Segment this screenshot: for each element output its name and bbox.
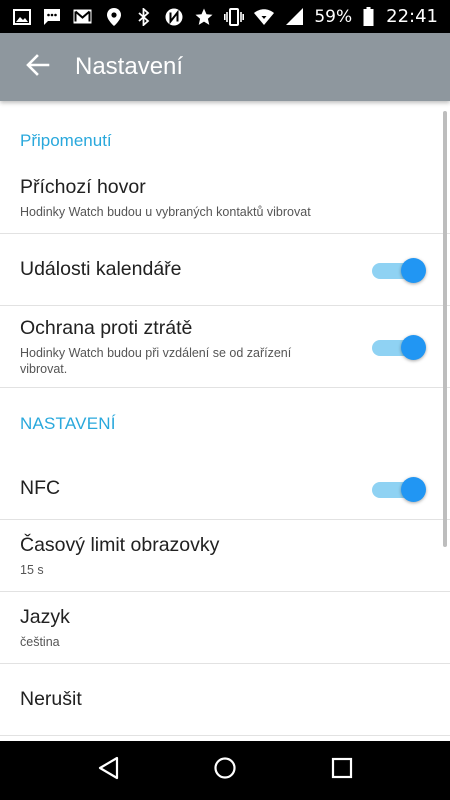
- setting-subtitle: Hodinky Watch budou při vzdálení se od z…: [20, 345, 292, 376]
- battery-icon: [362, 7, 374, 27]
- section-header-reminders: Připomenutí: [20, 131, 112, 150]
- home-circle-icon: [213, 756, 237, 785]
- toggle-thumb: [401, 334, 426, 360]
- gmail-icon: [72, 7, 92, 27]
- nfc-toggle[interactable]: [372, 475, 428, 503]
- setting-title: Ochrana proti ztrátě: [20, 316, 193, 339]
- setting-title: Události kalendáře: [20, 258, 182, 280]
- setting-nfc[interactable]: NFC: [0, 458, 450, 520]
- setting-subtitle: Hodinky Watch budou u vybraných kontaktů…: [20, 205, 311, 219]
- bluetooth-icon: [134, 7, 154, 27]
- setting-subtitle: 15 s: [20, 562, 44, 577]
- setting-title: NFC: [20, 477, 61, 499]
- app-bar: Nastavení: [0, 33, 450, 101]
- location-icon: [104, 7, 124, 27]
- setting-title: Časový limit obrazovky: [20, 533, 220, 556]
- nav-recents-button[interactable]: [317, 746, 367, 796]
- nav-home-button[interactable]: [200, 746, 250, 796]
- setting-title: Příchozí hovor: [20, 176, 146, 198]
- setting-subtitle: čeština: [20, 634, 60, 649]
- setting-title: Jazyk: [20, 605, 70, 628]
- recents-square-icon: [331, 757, 353, 784]
- vibrate-icon: [224, 7, 245, 27]
- settings-list[interactable]: Připomenutí Příchozí hovor Hodinky Watch…: [0, 101, 450, 741]
- setting-language[interactable]: Jazyk čeština: [0, 592, 450, 664]
- calendar-events-toggle[interactable]: [372, 256, 428, 284]
- wifi-icon: [254, 7, 275, 27]
- setting-do-not-disturb[interactable]: Nerušit: [0, 664, 450, 736]
- signal-icon: [284, 7, 304, 27]
- clock: 22:41: [386, 6, 438, 27]
- status-right: 59% 22:41: [104, 6, 438, 27]
- section-header-settings: NASTAVENÍ: [20, 414, 116, 433]
- status-left: [12, 7, 92, 27]
- back-button[interactable]: [0, 33, 70, 101]
- battery-percent: 59%: [314, 6, 353, 27]
- nfc-icon: [164, 7, 184, 27]
- image-icon: [12, 7, 32, 27]
- back-triangle-icon: [97, 756, 119, 785]
- star-icon: [194, 7, 214, 27]
- setting-loss-protection[interactable]: Ochrana proti ztrátě Hodinky Watch budou…: [0, 306, 450, 388]
- loss-protection-toggle[interactable]: [372, 333, 428, 361]
- status-bar: 59% 22:41: [0, 0, 450, 33]
- chat-icon: [42, 7, 62, 27]
- navigation-bar: [0, 741, 450, 800]
- arrow-left-icon: [25, 53, 50, 81]
- setting-title: Nerušit: [20, 688, 82, 710]
- setting-calendar-events[interactable]: Události kalendáře: [0, 234, 450, 306]
- toggle-thumb: [401, 476, 426, 502]
- scrollbar[interactable]: [443, 111, 447, 547]
- nav-back-button[interactable]: [83, 746, 133, 796]
- toggle-thumb: [401, 257, 426, 283]
- setting-incoming-call[interactable]: Příchozí hovor Hodinky Watch budou u vyb…: [0, 176, 450, 234]
- page-title: Nastavení: [75, 53, 184, 80]
- setting-screen-timeout[interactable]: Časový limit obrazovky 15 s: [0, 520, 450, 592]
